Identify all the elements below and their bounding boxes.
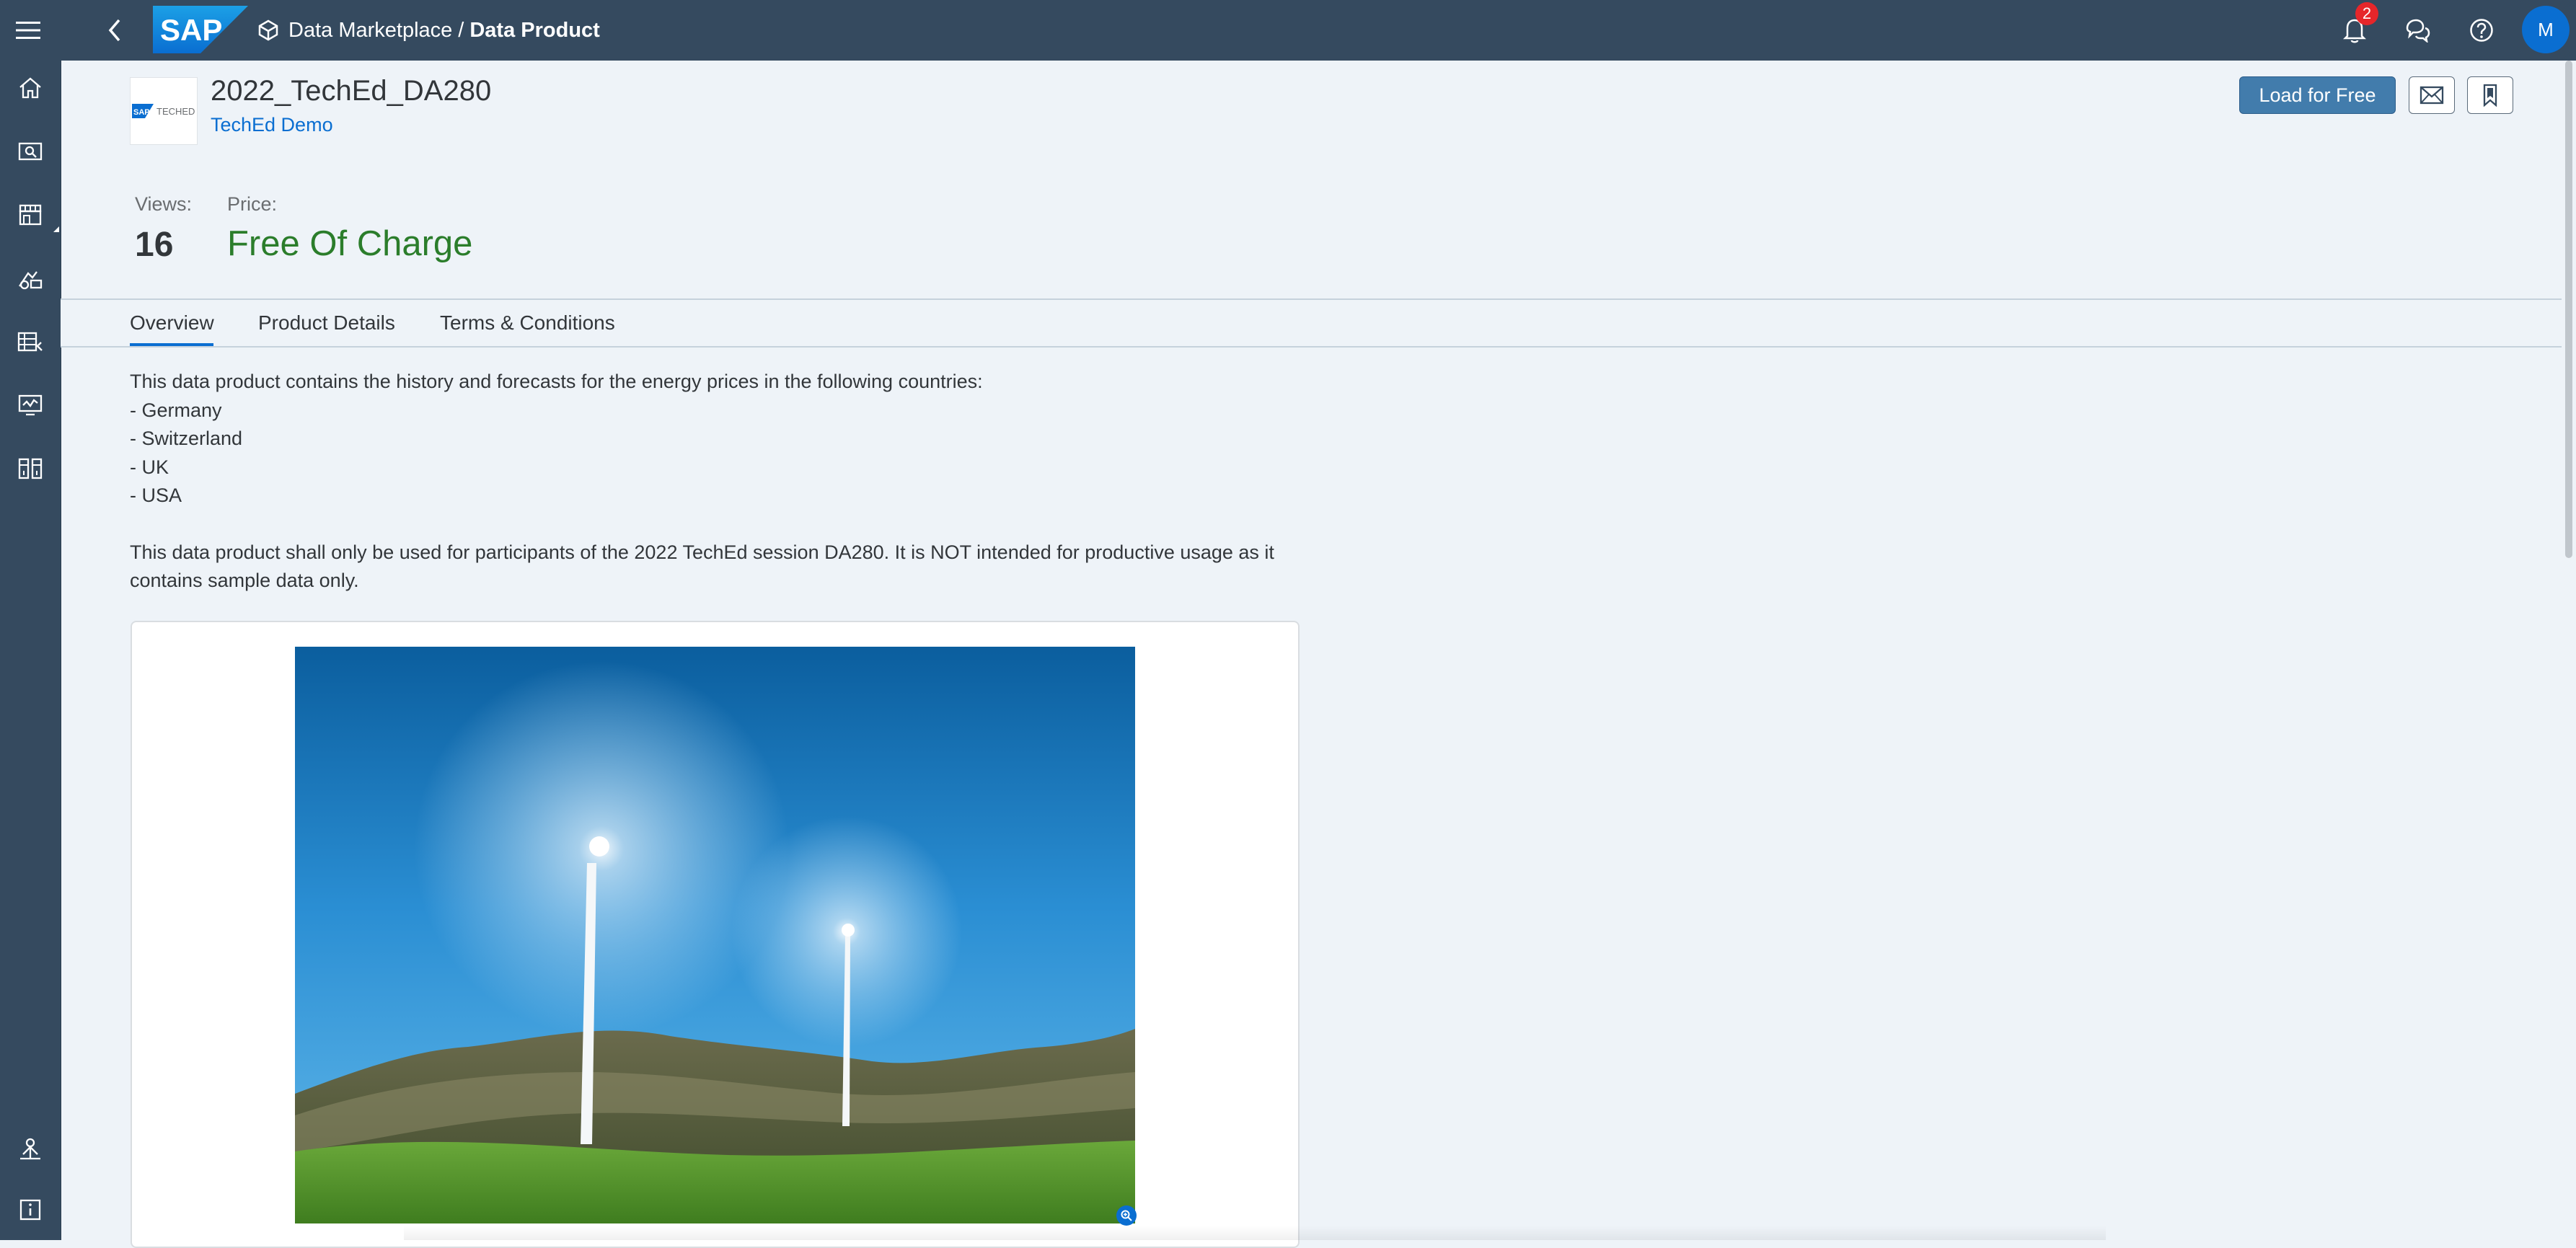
tab-selection-indicator — [130, 343, 213, 346]
contact-button[interactable] — [2409, 76, 2455, 114]
country-item: - USA — [130, 484, 182, 506]
views-value: 16 — [135, 226, 174, 264]
side-navigation — [0, 61, 61, 1240]
business-builder-icon[interactable] — [10, 258, 50, 298]
provider-link[interactable]: TechEd Demo — [211, 114, 333, 136]
svg-text:SAP: SAP — [133, 108, 150, 117]
marketplace-icon[interactable] — [10, 195, 59, 235]
data-search-icon[interactable] — [10, 131, 50, 172]
country-item: - Switzerland — [130, 428, 243, 449]
sap-logo-text: SAP — [160, 13, 222, 47]
tab-bar: Overview Product Details Terms & Conditi… — [61, 298, 2562, 348]
price-value: Free Of Charge — [227, 224, 473, 263]
monitor-icon[interactable] — [10, 385, 50, 425]
overview-content: This data product contains the history a… — [130, 368, 1305, 596]
connections-icon[interactable] — [10, 448, 50, 489]
shell-bar: SAP Data Marketplace / Data Product 2 M — [0, 0, 2576, 61]
breadcrumb-current: Data Product — [469, 19, 600, 42]
tab-terms-conditions[interactable]: Terms & Conditions — [440, 311, 615, 335]
country-item: - UK — [130, 456, 169, 478]
email-icon — [2420, 86, 2444, 105]
data-product-icon — [252, 14, 284, 46]
breadcrumb-separator: / — [458, 19, 464, 42]
country-item: - Germany — [130, 399, 222, 421]
tab-product-details[interactable]: Product Details — [258, 311, 395, 335]
load-for-free-button[interactable]: Load for Free — [2239, 76, 2396, 114]
bookmark-button[interactable] — [2467, 76, 2513, 114]
overview-intro: This data product contains the history a… — [130, 371, 983, 392]
breadcrumb-parent[interactable]: Data Marketplace — [288, 19, 452, 42]
product-logo: SAP TECHED — [130, 77, 198, 145]
scrollbar-thumb[interactable] — [2565, 61, 2572, 558]
data-access-icon[interactable] — [10, 322, 50, 362]
help-icon[interactable] — [2463, 12, 2500, 48]
user-avatar[interactable]: M — [2522, 6, 2570, 53]
product-title: 2022_TechEd_DA280 — [211, 75, 492, 107]
bookmark-icon — [2483, 84, 2497, 107]
footer-shadow — [404, 1226, 2106, 1240]
info-icon[interactable] — [10, 1190, 50, 1230]
price-label: Price: — [227, 193, 278, 215]
wind-turbines-image[interactable] — [295, 647, 1135, 1223]
tab-overview[interactable]: Overview — [130, 311, 214, 335]
product-logo-text: TECHED — [156, 106, 195, 117]
home-icon[interactable] — [10, 68, 50, 108]
breadcrumb: Data Marketplace / Data Product — [288, 14, 600, 46]
zoom-icon[interactable] — [1116, 1205, 1137, 1226]
notification-badge: 2 — [2355, 2, 2378, 25]
back-icon[interactable] — [97, 12, 133, 48]
menu-icon[interactable] — [10, 12, 46, 48]
views-label: Views: — [135, 193, 193, 215]
overview-note: This data product shall only be used for… — [130, 541, 1274, 592]
system-icon[interactable] — [10, 1129, 50, 1169]
feedback-icon[interactable] — [2400, 12, 2436, 48]
sap-logo[interactable]: SAP — [153, 6, 248, 53]
